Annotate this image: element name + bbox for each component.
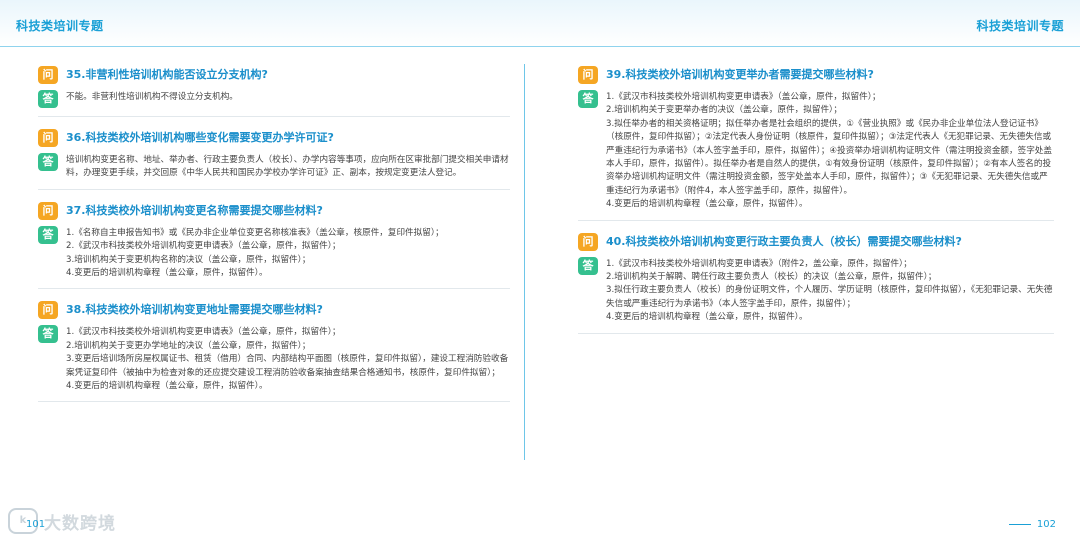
question-title: 39.科技类校外培训机构变更举办者需要提交哪些材料? <box>606 68 874 81</box>
answer-body: 不能。非营利性培训机构不得设立分支机构。 <box>66 90 238 104</box>
answer-badge: 答 <box>38 153 58 171</box>
question-badge: 问 <box>38 201 58 220</box>
answer-badge: 答 <box>38 325 58 344</box>
answer-line: 2.《武汉市科技类校外培训机构变更申请表》（盖公章，原件，拟留件）； <box>66 241 341 252</box>
answer-badge: 答 <box>38 225 58 244</box>
page-number-right-container: 102 <box>1008 519 1056 530</box>
answer-line: 4.变更后的培训机构章程（盖公章，原件，拟留件）。 <box>606 312 808 323</box>
answer-body: 1.《武汉市科技类校外培训机构变更申请表》（附件2，盖公章，原件，拟留件）； 2… <box>606 257 1054 325</box>
right-page-column: 问 39.科技类校外培训机构变更举办者需要提交哪些材料? 答 1.《武汉市科技类… <box>578 66 1054 346</box>
qa-item-39: 问 39.科技类校外培训机构变更举办者需要提交哪些材料? 答 1.《武汉市科技类… <box>578 66 1054 221</box>
answer-line: 3.拟任举办者的相关资格证明；拟任举办者是社会组织的提供，①《营业执照》或《民办… <box>606 118 1052 196</box>
page-header-bar <box>0 0 1080 46</box>
answer-body: 1.《武汉市科技类校外培训机构变更申请表》（盖公章，原件，拟留件）； 2.培训机… <box>66 325 510 393</box>
header-title-left: 科技类培训专题 <box>16 19 104 33</box>
answer-line: 3.变更后培训场所房屋权属证书、租赁（借用）合同、内部结构平面图（核原件，复印件… <box>66 354 509 378</box>
qa-item-35: 问 35.非营利性培训机构能否设立分支机构? 答 不能。非营利性培训机构不得设立… <box>38 66 510 117</box>
page-number-right: 102 <box>1036 519 1056 530</box>
header-divider-line <box>0 46 1080 47</box>
left-page-column: 问 35.非营利性培训机构能否设立分支机构? 答 不能。非营利性培训机构不得设立… <box>38 66 510 414</box>
page-number-left: 101 <box>26 519 46 530</box>
answer-badge: 答 <box>578 256 598 275</box>
answer-line: 4.变更后的培训机构章程（盖公章，原件，拟留件）。 <box>66 381 268 392</box>
watermark-text: 大数跨境 <box>44 513 116 534</box>
column-divider <box>524 64 525 460</box>
page-number-rule <box>1008 524 1031 525</box>
question-badge: 问 <box>38 129 58 147</box>
answer-line: 3.培训机构关于变更机构名称的决议（盖公章，原件，拟留件）； <box>66 254 311 265</box>
question-title: 40.科技类校外培训机构变更行政主要负责人（校长）需要提交哪些材料? <box>606 234 962 248</box>
answer-line: 3.拟任行政主要负责人（校长）的身份证明文件，个人履历、学历证明（核原件，复印件… <box>606 285 1053 309</box>
question-badge: 问 <box>578 66 598 84</box>
answer-line: 4.变更后的培训机构章程（盖公章，原件，拟留件）。 <box>66 268 268 279</box>
answer-body: 1.《武汉市科技类校外培训机构变更申请表》（盖公章，原件，拟留件）； 2.培训机… <box>606 90 1054 212</box>
answer-line: 1.《武汉市科技类校外培训机构变更申请表》（附件2，盖公章，原件，拟留件）； <box>606 258 912 269</box>
answer-line: 1.《武汉市科技类校外培训机构变更申请表》（盖公章，原件，拟留件）； <box>66 327 341 338</box>
answer-badge: 答 <box>578 90 598 108</box>
answer-line: 4.变更后的培训机构章程（盖公章，原件，拟留件）。 <box>606 199 808 210</box>
answer-line: 1.《名称自主申报告知书》或《民办非企业单位变更名称核准表》（盖公章，核原件，复… <box>66 227 444 238</box>
answer-line: 不能。非营利性培训机构不得设立分支机构。 <box>66 92 238 102</box>
answer-line: 2.培训机构关于变更举办者的决议（盖公章，原件，拟留件）； <box>606 105 842 116</box>
qa-item-37: 问 37.科技类校外培训机构变更名称需要提交哪些材料? 答 1.《名称自主申报告… <box>38 201 510 290</box>
qa-item-36: 问 36.科技类校外培训机构哪些变化需要变更办学许可证? 答 培训机构变更名称、… <box>38 129 510 190</box>
question-badge: 问 <box>38 301 58 320</box>
question-title: 35.非营利性培训机构能否设立分支机构? <box>66 68 268 81</box>
answer-body: 培训机构变更名称、地址、举办者、行政主要负责人（校长）、办学内容等事项，应向所在… <box>66 153 510 181</box>
header-title-right: 科技类培训专题 <box>976 19 1064 33</box>
answer-line: 培训机构变更名称、地址、举办者、行政主要负责人（校长）、办学内容等事项，应向所在… <box>66 155 509 179</box>
answer-badge: 答 <box>38 90 58 108</box>
question-title: 36.科技类校外培训机构哪些变化需要变更办学许可证? <box>66 131 334 144</box>
question-badge: 问 <box>578 232 598 251</box>
watermark: k 大数跨境 <box>8 508 116 534</box>
answer-line: 2.培训机构关于解聘、聘任行政主要负责人（校长）的决议（盖公章，原件，拟留件）； <box>606 272 937 283</box>
answer-body: 1.《名称自主申报告知书》或《民办非企业单位变更名称核准表》（盖公章，核原件，复… <box>66 226 444 281</box>
qa-item-40: 问 40.科技类校外培训机构变更行政主要负责人（校长）需要提交哪些材料? 答 1… <box>578 232 1054 334</box>
question-title: 38.科技类校外培训机构变更地址需要提交哪些材料? <box>66 303 323 317</box>
question-badge: 问 <box>38 66 58 84</box>
qa-item-38: 问 38.科技类校外培训机构变更地址需要提交哪些材料? 答 1.《武汉市科技类校… <box>38 301 510 403</box>
answer-line: 1.《武汉市科技类校外培训机构变更申请表》（盖公章，原件，拟留件）； <box>606 92 881 102</box>
answer-line: 2.培训机构关于变更办学地址的决议（盖公章，原件，拟留件）； <box>66 340 311 351</box>
question-title: 37.科技类校外培训机构变更名称需要提交哪些材料? <box>66 203 323 217</box>
